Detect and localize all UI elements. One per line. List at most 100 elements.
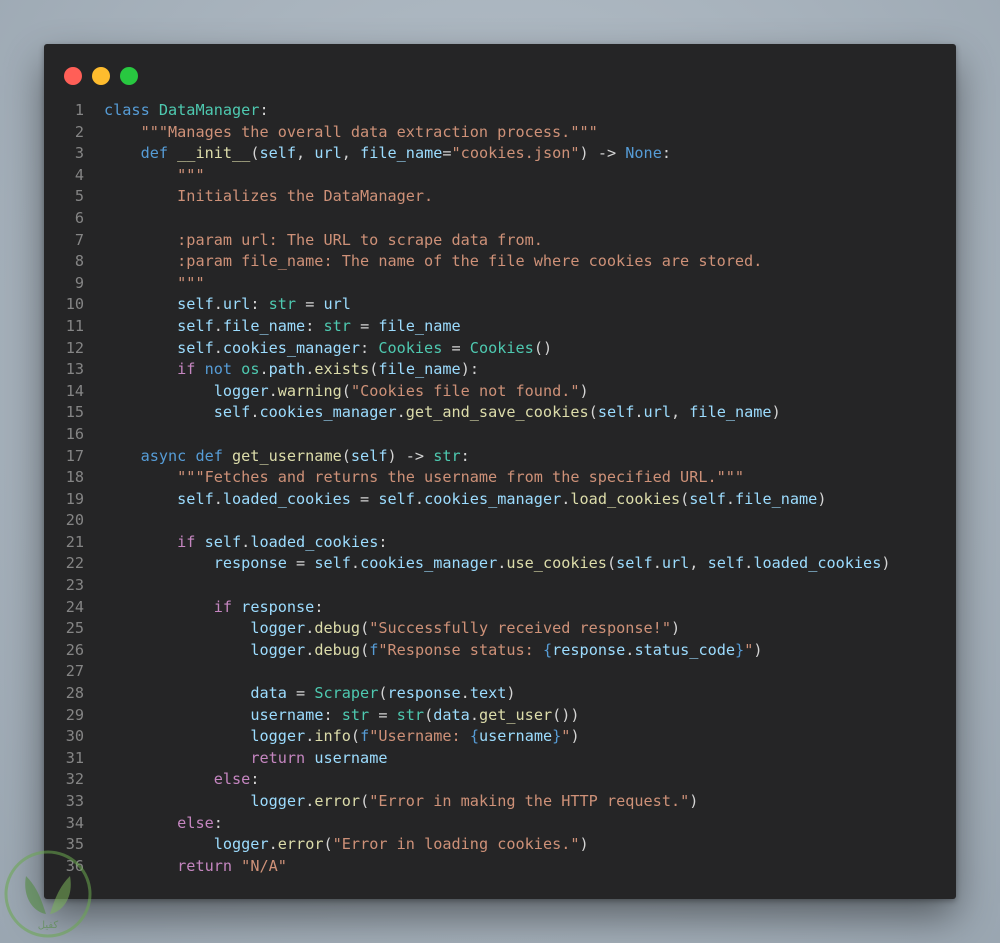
- code-token: Scraper: [314, 684, 379, 703]
- code-line: 20: [44, 510, 956, 532]
- line-number: 14: [65, 381, 84, 400]
- code-token: :param file_name: The name of the file w…: [177, 252, 763, 271]
- line-number: 9: [74, 273, 84, 292]
- code-token: file_name: [378, 360, 461, 379]
- line-number: 21: [65, 532, 84, 551]
- code-line: 15 self.cookies_manager.get_and_save_coo…: [44, 402, 956, 424]
- code-line: 22 response = self.cookies_manager.use_c…: [44, 553, 956, 575]
- window-controls: [64, 67, 138, 85]
- code-token: async def: [140, 446, 233, 465]
- code-token: load_cookies: [570, 489, 681, 508]
- line-source: [84, 510, 104, 532]
- code-token: .: [725, 489, 736, 508]
- code-line: 16: [44, 424, 956, 446]
- code-token: if: [177, 360, 205, 379]
- code-token: return: [250, 748, 315, 767]
- line-number: 24: [65, 597, 84, 616]
- code-token: :: [305, 316, 324, 335]
- code-token: .: [396, 403, 406, 422]
- code-token: }: [552, 727, 562, 746]
- line-number: 11: [65, 316, 84, 335]
- code-token: response: [241, 597, 315, 616]
- line-source: self.url: str = url: [84, 294, 351, 316]
- line-number: 31: [65, 748, 84, 767]
- code-token: debug: [314, 619, 361, 638]
- code-token: "Username:: [369, 727, 470, 746]
- code-token: ):: [460, 360, 479, 379]
- code-token: logger: [250, 727, 306, 746]
- code-token: response: [552, 640, 626, 659]
- code-token: self: [213, 403, 251, 422]
- code-token: response: [387, 684, 461, 703]
- code-token: status_code: [634, 640, 736, 659]
- code-token: ): [771, 403, 781, 422]
- code-token: username: [478, 727, 553, 746]
- code-token: .: [213, 338, 223, 357]
- code-token: .: [634, 403, 644, 422]
- line-number: 29: [65, 705, 84, 724]
- code-token: .: [744, 554, 754, 573]
- code-token: (: [323, 835, 333, 854]
- code-token: """Manages the overall data extraction p…: [140, 122, 598, 141]
- line-number: 23: [65, 576, 84, 595]
- code-token: :: [250, 295, 269, 314]
- code-token: ): [817, 489, 827, 508]
- code-token: file_name: [222, 316, 306, 335]
- code-token: self: [177, 489, 214, 508]
- code-line: 4 """: [44, 165, 956, 187]
- code-line: 12 self.cookies_manager: Cookies = Cooki…: [44, 338, 956, 360]
- line-source: if not os.path.exists(file_name):: [84, 359, 479, 381]
- code-token: =: [350, 316, 379, 335]
- code-token: {: [542, 640, 553, 659]
- line-source: logger.warning("Cookies file not found."…: [84, 381, 589, 403]
- line-source: if self.loaded_cookies:: [84, 532, 387, 554]
- code-token: else: [213, 770, 251, 789]
- code-token: :: [259, 101, 269, 119]
- line-number: 19: [65, 489, 84, 508]
- code-token: text: [469, 684, 507, 703]
- code-token: file_name: [360, 144, 443, 163]
- code-line: 14 logger.warning("Cookies file not foun…: [44, 381, 956, 403]
- code-token: error: [277, 835, 324, 854]
- line-number: 3: [74, 144, 84, 163]
- code-token: (: [360, 619, 370, 638]
- close-dot-icon[interactable]: [64, 67, 82, 85]
- code-token: get_user: [478, 705, 553, 724]
- code-line: 21 if self.loaded_cookies:: [44, 532, 956, 554]
- line-number: 17: [65, 446, 84, 465]
- code-token: url: [643, 403, 671, 422]
- code-token: info: [314, 727, 351, 746]
- minimize-dot-icon[interactable]: [92, 67, 110, 85]
- code-token: ()): [552, 705, 580, 724]
- code-token: ) ->: [579, 144, 626, 163]
- code-token: logger: [213, 835, 269, 854]
- line-source: [84, 661, 104, 683]
- code-token: .: [268, 835, 278, 854]
- code-token: =: [286, 554, 315, 573]
- code-token: .: [414, 489, 425, 508]
- code-token: logger: [250, 640, 306, 659]
- code-token: ,: [670, 403, 690, 422]
- maximize-dot-icon[interactable]: [120, 67, 138, 85]
- code-line: 8 :param file_name: The name of the file…: [44, 251, 956, 273]
- code-token: .: [305, 619, 315, 638]
- code-token: ): [506, 684, 516, 703]
- code-token: (: [680, 489, 690, 508]
- code-line: 26 logger.debug(f"Response status: {resp…: [44, 640, 956, 662]
- code-token: ": [744, 640, 754, 659]
- code-token: """: [177, 165, 205, 184]
- code-token: else: [177, 813, 214, 832]
- line-number: 13: [65, 360, 84, 379]
- code-token: data: [433, 705, 470, 724]
- line-source: """: [84, 273, 204, 295]
- line-source: logger.info(f"Username: {username}"): [84, 726, 579, 748]
- code-token: ): [753, 640, 763, 659]
- line-source: logger.debug("Successfully received resp…: [84, 618, 680, 640]
